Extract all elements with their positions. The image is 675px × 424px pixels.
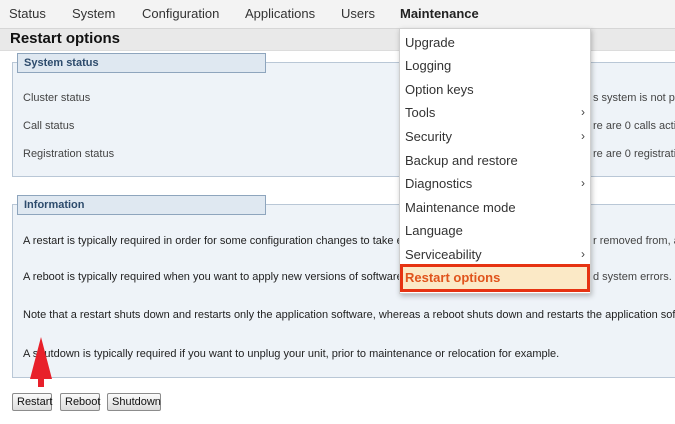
chevron-right-icon: ›: [581, 105, 585, 119]
chevron-right-icon: ›: [581, 247, 585, 261]
info-line-restart-tail: r removed from, a: [593, 235, 675, 247]
nav-configuration[interactable]: Configuration: [142, 6, 219, 21]
menu-item-logging[interactable]: Logging: [405, 58, 451, 73]
menu-item-upgrade[interactable]: Upgrade: [405, 35, 455, 50]
nav-maintenance[interactable]: Maintenance: [400, 6, 479, 21]
registration-status-value: re are 0 registratio: [593, 148, 675, 160]
cluster-status-value: s system is not pa: [593, 92, 675, 104]
information-legend: Information: [17, 195, 266, 215]
page-title: Restart options: [10, 30, 121, 47]
reboot-button[interactable]: Reboot: [60, 393, 100, 411]
registration-status-label: Registration status: [23, 148, 115, 160]
call-status-value: re are 0 calls activ: [593, 120, 675, 132]
restart-button[interactable]: Restart: [12, 393, 52, 411]
info-line-shutdown: A shutdown is typically required if you …: [23, 348, 560, 360]
menu-item-maintenance-mode[interactable]: Maintenance mode: [405, 200, 516, 215]
nav-applications[interactable]: Applications: [245, 6, 315, 21]
arrow-up-icon: [30, 337, 52, 387]
call-status-label: Call status: [23, 120, 75, 132]
top-nav-bar: Status System Configuration Applications…: [0, 0, 675, 29]
maintenance-dropdown-menu: Upgrade Logging Option keys Tools › Secu…: [399, 28, 591, 294]
cluster-status-label: Cluster status: [23, 92, 91, 104]
chevron-right-icon: ›: [581, 176, 585, 190]
info-line-note: Note that a restart shuts down and resta…: [23, 309, 675, 321]
menu-item-restart-options[interactable]: Restart options: [405, 270, 500, 285]
info-line-restart: A restart is typically required in order…: [23, 235, 403, 247]
menu-item-option-keys[interactable]: Option keys: [405, 82, 474, 97]
nav-system[interactable]: System: [72, 6, 115, 21]
nav-users[interactable]: Users: [341, 6, 375, 21]
shutdown-button[interactable]: Shutdown: [107, 393, 161, 411]
menu-item-serviceability[interactable]: Serviceability: [405, 247, 482, 262]
menu-item-tools[interactable]: Tools: [405, 105, 435, 120]
info-line-reboot-tail: d system errors.: [593, 271, 672, 283]
menu-item-diagnostics[interactable]: Diagnostics: [405, 176, 472, 191]
info-line-reboot: A reboot is typically required when you …: [23, 271, 403, 283]
menu-item-security[interactable]: Security: [405, 129, 452, 144]
chevron-right-icon: ›: [581, 129, 585, 143]
nav-status[interactable]: Status: [9, 6, 46, 21]
menu-item-backup-and-restore[interactable]: Backup and restore: [405, 153, 518, 168]
system-status-legend: System status: [17, 53, 266, 73]
menu-item-language[interactable]: Language: [405, 223, 463, 238]
